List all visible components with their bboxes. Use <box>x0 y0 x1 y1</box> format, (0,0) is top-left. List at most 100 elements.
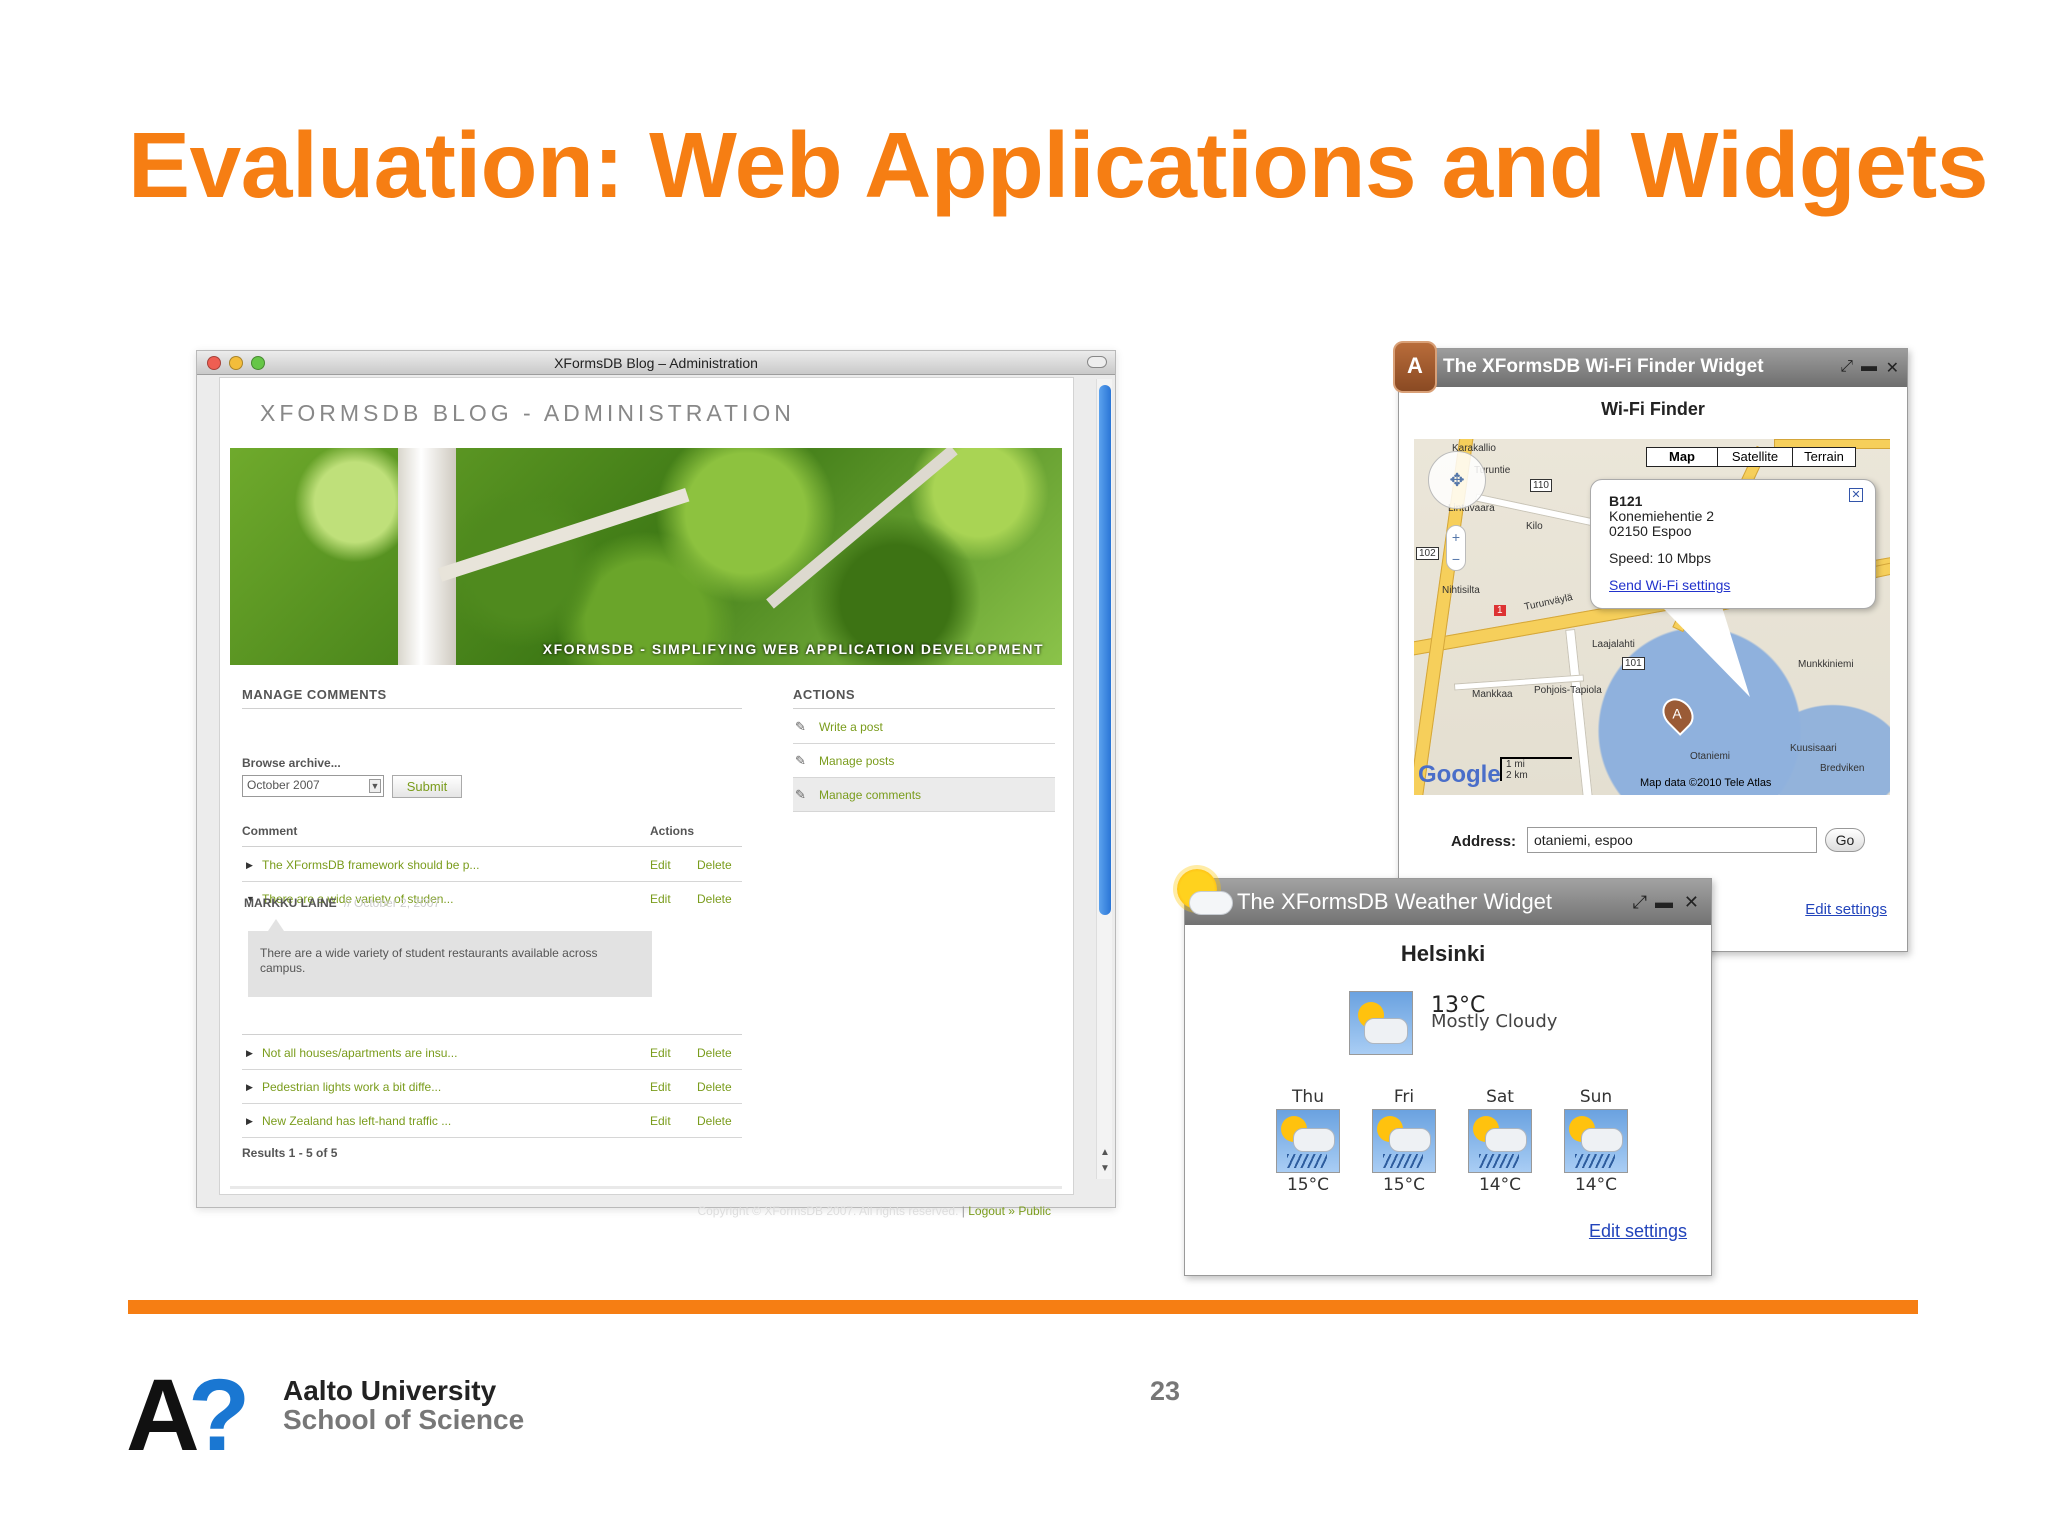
action-link[interactable]: Manage posts <box>819 754 894 768</box>
action-link[interactable]: Write a post <box>819 720 883 734</box>
resize-icon[interactable]: ⤢ <box>1840 358 1853 376</box>
window-titlebar[interactable]: XFormsDB Blog – Administration <box>197 351 1115 375</box>
rain-shape <box>1575 1154 1615 1168</box>
forecast-temperature: 15°C <box>1286 1175 1329 1195</box>
submit-button[interactable]: Submit <box>392 775 462 798</box>
edit-link[interactable]: Edit <box>650 1080 671 1094</box>
banner-image: XFORMSDB - SIMPLIFYING WEB APPLICATION D… <box>230 448 1062 665</box>
footer-separator: | <box>961 1204 965 1218</box>
hotspot-name: B121 <box>1609 493 1643 509</box>
action-manage-posts[interactable]: ✎ Manage posts <box>793 744 1055 778</box>
divider <box>242 846 742 847</box>
expand-triangle-icon[interactable]: ▶ <box>246 1048 253 1059</box>
zoom-in-icon[interactable]: + <box>1447 526 1465 548</box>
rain-shape <box>1287 1154 1327 1168</box>
close-icon[interactable]: ✕ <box>1886 358 1899 378</box>
scroll-up-arrow-icon[interactable]: ▲ <box>1099 1147 1111 1159</box>
archive-month-select[interactable]: October 2007 ▼ <box>242 775 384 797</box>
scroll-down-arrow-icon[interactable]: ▼ <box>1099 1163 1111 1175</box>
zoom-control[interactable]: + − <box>1446 525 1466 571</box>
comment-link[interactable]: New Zealand has left-hand traffic ... <box>262 1114 451 1128</box>
cloud-shape <box>1293 1128 1335 1152</box>
school-name: School of Science <box>283 1404 525 1435</box>
widget-titlebar[interactable]: The XFormsDB Weather Widget ⤢ ▬ ✕ <box>1185 879 1711 925</box>
scale-miles: 1 mi <box>1506 759 1525 770</box>
delete-link[interactable]: Delete <box>697 1046 732 1060</box>
blog-admin-window: XFormsDB Blog – Administration XFORMSDB … <box>196 350 1116 1218</box>
map-type-terrain-button[interactable]: Terrain <box>1792 447 1856 467</box>
comment-link[interactable]: Not all houses/apartments are insu... <box>262 1046 457 1060</box>
birch-branch <box>437 487 690 582</box>
edit-link[interactable]: Edit <box>650 1114 671 1128</box>
minimize-icon[interactable]: ▬ <box>1655 892 1673 913</box>
comment-row[interactable]: ▶ New Zealand has left-hand traffic ... … <box>242 1104 742 1138</box>
vertical-scrollbar[interactable]: ▲ ▼ <box>1096 379 1112 1179</box>
edit-link[interactable]: Edit <box>650 1046 671 1060</box>
delete-link[interactable]: Delete <box>697 892 732 906</box>
map-place-label: Otaniemi <box>1690 751 1731 762</box>
forecast-day-name: Sat <box>1486 1087 1514 1107</box>
copyright-text: Copyright © XFormsDB 2007. All rights re… <box>697 1204 959 1218</box>
map-scale: 1 mi 2 km <box>1500 757 1572 781</box>
edit-link[interactable]: Edit <box>650 858 671 872</box>
comment-row[interactable]: ▶ The XFormsDB framework should be p... … <box>242 848 742 882</box>
action-link[interactable]: Manage comments <box>819 788 921 802</box>
address-label: Address: <box>1451 833 1517 850</box>
pan-control-icon[interactable]: ✥ <box>1428 451 1486 509</box>
map-place-label: Bredviken <box>1820 763 1865 774</box>
minimize-icon[interactable]: ▬ <box>1861 358 1877 376</box>
map-place-label: Turunväylä <box>1523 592 1574 613</box>
page-number: 23 <box>1150 1376 1181 1406</box>
expand-triangle-icon[interactable]: ▶ <box>246 1116 253 1127</box>
map-place-label: Kilo <box>1526 521 1543 532</box>
cloud-shape <box>1485 1128 1527 1152</box>
action-manage-comments[interactable]: ✎ Manage comments <box>793 778 1055 812</box>
delete-link[interactable]: Delete <box>697 1080 732 1094</box>
logout-link[interactable]: Logout <box>968 1204 1005 1218</box>
map-view[interactable]: Karakallio Turuntie Lintuvaara Kilo Niht… <box>1414 439 1890 795</box>
map-type-map-button[interactable]: Map <box>1646 447 1718 467</box>
sun-cloud-icon <box>1171 865 1233 925</box>
rain-icon <box>1372 1109 1436 1173</box>
expand-triangle-icon[interactable]: ▶ <box>246 1082 253 1093</box>
road-number-label: 101 <box>1622 657 1645 670</box>
comment-row[interactable]: ▶ Pedestrian lights work a bit diffe... … <box>242 1070 742 1104</box>
edit-link[interactable]: Edit <box>650 892 671 906</box>
wifi-heading: Wi-Fi Finder <box>1601 399 1705 419</box>
zoom-out-icon[interactable]: − <box>1447 548 1465 570</box>
map-type-satellite-button[interactable]: Satellite <box>1717 447 1793 467</box>
scroll-thumb[interactable] <box>1099 385 1111 915</box>
close-icon[interactable]: ✕ <box>1684 892 1699 913</box>
wifi-location-pin-icon[interactable]: A <box>1656 692 1700 736</box>
toolbar-toggle-button[interactable] <box>1087 356 1107 368</box>
address-input[interactable] <box>1527 827 1817 853</box>
widget-titlebar[interactable]: The XFormsDB Wi-Fi Finder Widget ⤢ ▬ ✕ <box>1399 349 1907 387</box>
public-link[interactable]: Public <box>1018 1204 1051 1218</box>
scale-km: 2 km <box>1506 770 1528 781</box>
comment-link[interactable]: The XFormsDB framework should be p... <box>262 858 479 872</box>
cloud-shape <box>1389 1128 1431 1152</box>
wrench-icon: ✎ <box>795 753 806 768</box>
hotspot-street: Konemiehentie 2 <box>1609 508 1715 524</box>
dropdown-arrow-icon[interactable]: ▼ <box>369 779 381 793</box>
comment-link[interactable]: Pedestrian lights work a bit diffe... <box>262 1080 441 1094</box>
send-wifi-settings-link[interactable]: Send Wi-Fi settings <box>1609 578 1857 593</box>
map-place-label: Kuusisaari <box>1790 743 1837 754</box>
expand-triangle-icon[interactable]: ▶ <box>246 860 253 871</box>
rain-shape <box>1383 1154 1423 1168</box>
comment-body: There are a wide variety of student rest… <box>248 919 652 997</box>
blog-footer: Copyright © XFormsDB 2007. All rights re… <box>697 1204 1051 1218</box>
edit-settings-link[interactable]: Edit settings <box>1805 901 1887 918</box>
current-condition: Mostly Cloudy <box>1431 1011 1558 1032</box>
go-button[interactable]: Go <box>1825 828 1865 852</box>
forecast-day: Sat 14°C <box>1465 1087 1535 1195</box>
action-write-post[interactable]: ✎ Write a post <box>793 710 1055 744</box>
close-icon[interactable]: ✕ <box>1849 488 1863 502</box>
divider <box>242 1034 742 1035</box>
resize-icon[interactable]: ⤢ <box>1633 892 1647 913</box>
delete-link[interactable]: Delete <box>697 1114 732 1128</box>
delete-link[interactable]: Delete <box>697 858 732 872</box>
birch-trunk <box>398 448 456 665</box>
comment-row[interactable]: ▶ Not all houses/apartments are insu... … <box>242 1036 742 1070</box>
edit-settings-link[interactable]: Edit settings <box>1589 1221 1687 1242</box>
